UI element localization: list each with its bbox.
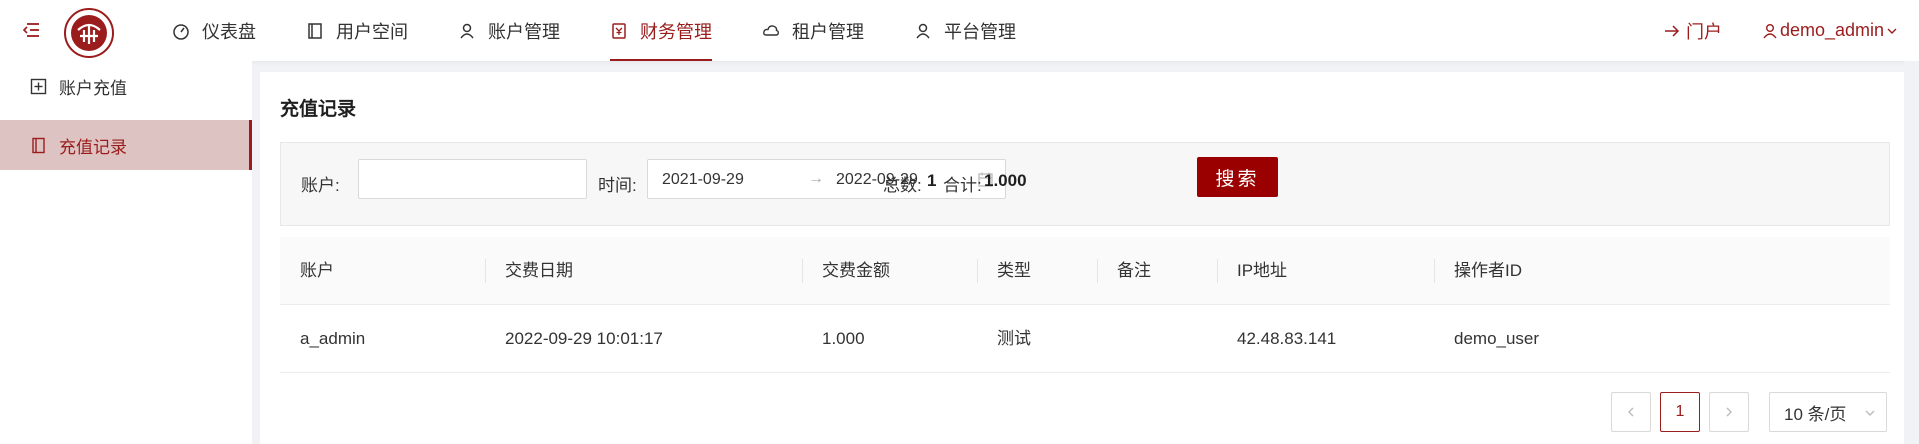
sidebar-item-recharge-records[interactable]: 充值记录 bbox=[0, 120, 252, 170]
total-label: 总数: bbox=[883, 176, 922, 195]
cell-remark bbox=[1097, 305, 1117, 373]
book-icon bbox=[308, 22, 322, 39]
prev-page-button[interactable] bbox=[1611, 392, 1651, 432]
nav-item-account-management[interactable]: 账户管理 bbox=[458, 0, 560, 61]
table-row[interactable]: a_admin 2022-09-29 10:01:17 1.000 测试 42.… bbox=[280, 305, 1890, 373]
user-icon bbox=[460, 23, 474, 38]
chevron-down-icon bbox=[1865, 410, 1875, 416]
nav-item-label: 账户管理 bbox=[488, 21, 560, 42]
top-navbar: 仪表盘 用户空间 账户管理 财务管理 租户管理 平台管理 门户 demo_adm… bbox=[0, 0, 1919, 61]
records-table: 账户 交费日期 交费金额 类型 备注 IP地址 操作者ID a_admin 20… bbox=[280, 237, 1890, 373]
sum-value: 1.000 bbox=[984, 171, 1027, 190]
sidebar-item-account-recharge[interactable]: 账户充值 bbox=[0, 61, 252, 111]
column-header: 类型 bbox=[997, 261, 1031, 280]
portal-link[interactable]: 门户 bbox=[1663, 0, 1722, 61]
nav-item-platform-management[interactable]: 平台管理 bbox=[914, 0, 1016, 61]
nav-item-label: 仪表盘 bbox=[202, 21, 256, 42]
cell-ip: 42.48.83.141 bbox=[1237, 329, 1337, 348]
column-header: 交费金额 bbox=[822, 261, 890, 280]
chevron-down-icon bbox=[1887, 28, 1897, 34]
nav-item-label: 租户管理 bbox=[792, 21, 864, 42]
main-content: 充值记录 账户: 时间: 2021-09-29 → 2022-09-29 总数:… bbox=[260, 72, 1919, 444]
main-nav: 仪表盘 用户空间 账户管理 财务管理 租户管理 平台管理 bbox=[172, 0, 1066, 61]
nav-item-finance-management[interactable]: 财务管理 bbox=[610, 0, 712, 61]
nav-item-label: 财务管理 bbox=[640, 21, 712, 42]
page-number-button[interactable]: 1 bbox=[1660, 392, 1700, 432]
account-label: 账户: bbox=[301, 176, 340, 195]
search-button[interactable]: 搜索 bbox=[1197, 157, 1278, 197]
total-value: 1 bbox=[927, 171, 937, 190]
cell-account: a_admin bbox=[300, 329, 366, 348]
account-input[interactable] bbox=[358, 159, 587, 199]
arrow-right-icon bbox=[1665, 24, 1680, 37]
nav-item-user-space[interactable]: 用户空间 bbox=[306, 0, 408, 61]
chevron-right-icon bbox=[1726, 407, 1732, 417]
cloud-icon bbox=[763, 24, 779, 36]
column-header: IP地址 bbox=[1237, 261, 1288, 280]
university-logo[interactable] bbox=[64, 8, 114, 58]
portal-label: 门户 bbox=[1686, 21, 1722, 42]
cell-amount: 1.000 bbox=[822, 329, 865, 348]
nav-item-dashboard[interactable]: 仪表盘 bbox=[172, 0, 256, 61]
nav-item-tenant-management[interactable]: 租户管理 bbox=[762, 0, 864, 61]
scrollbar[interactable] bbox=[1904, 61, 1919, 444]
column-header: 账户 bbox=[300, 261, 334, 280]
cell-type: 测试 bbox=[997, 329, 1031, 348]
user-icon bbox=[1763, 23, 1777, 38]
user-menu[interactable]: demo_admin bbox=[1762, 0, 1900, 61]
page-title: 充值记录 bbox=[280, 99, 357, 120]
next-page-button[interactable] bbox=[1709, 392, 1749, 432]
nav-item-label: 平台管理 bbox=[944, 21, 1016, 42]
chevron-left-icon bbox=[1628, 407, 1634, 417]
column-header: 备注 bbox=[1117, 261, 1151, 280]
book-icon bbox=[32, 137, 45, 153]
plus-square-icon bbox=[30, 78, 47, 94]
column-header: 操作者ID bbox=[1454, 261, 1522, 280]
start-date[interactable]: 2021-09-29 bbox=[662, 171, 744, 189]
sidebar-item-label: 充值记录 bbox=[59, 137, 127, 157]
cell-operator-id: demo_user bbox=[1454, 329, 1540, 348]
menu-fold-icon[interactable] bbox=[22, 21, 40, 39]
sum-label: 合计: bbox=[943, 176, 982, 195]
page-size-label: 10 条/页 bbox=[1784, 404, 1847, 424]
cell-date: 2022-09-29 10:01:17 bbox=[505, 329, 663, 348]
finance-icon bbox=[612, 22, 626, 39]
sidebar-item-label: 账户充值 bbox=[59, 78, 127, 98]
sidebar: 账户充值 充值记录 bbox=[0, 61, 252, 444]
column-header: 交费日期 bbox=[505, 261, 573, 280]
username: demo_admin bbox=[1780, 20, 1885, 40]
dashboard-icon bbox=[173, 23, 189, 40]
page-size-select[interactable]: 10 条/页 bbox=[1769, 392, 1887, 432]
range-arrow: → bbox=[808, 170, 824, 187]
filter-bar: 账户: 时间: 2021-09-29 → 2022-09-29 总数: 1 合计… bbox=[280, 142, 1890, 226]
time-label: 时间: bbox=[598, 176, 637, 195]
user-icon bbox=[916, 23, 930, 38]
table-header: 账户 交费日期 交费金额 类型 备注 IP地址 操作者ID bbox=[280, 237, 1890, 305]
nav-item-label: 用户空间 bbox=[336, 21, 408, 42]
pagination: 1 10 条/页 bbox=[1611, 392, 1887, 432]
